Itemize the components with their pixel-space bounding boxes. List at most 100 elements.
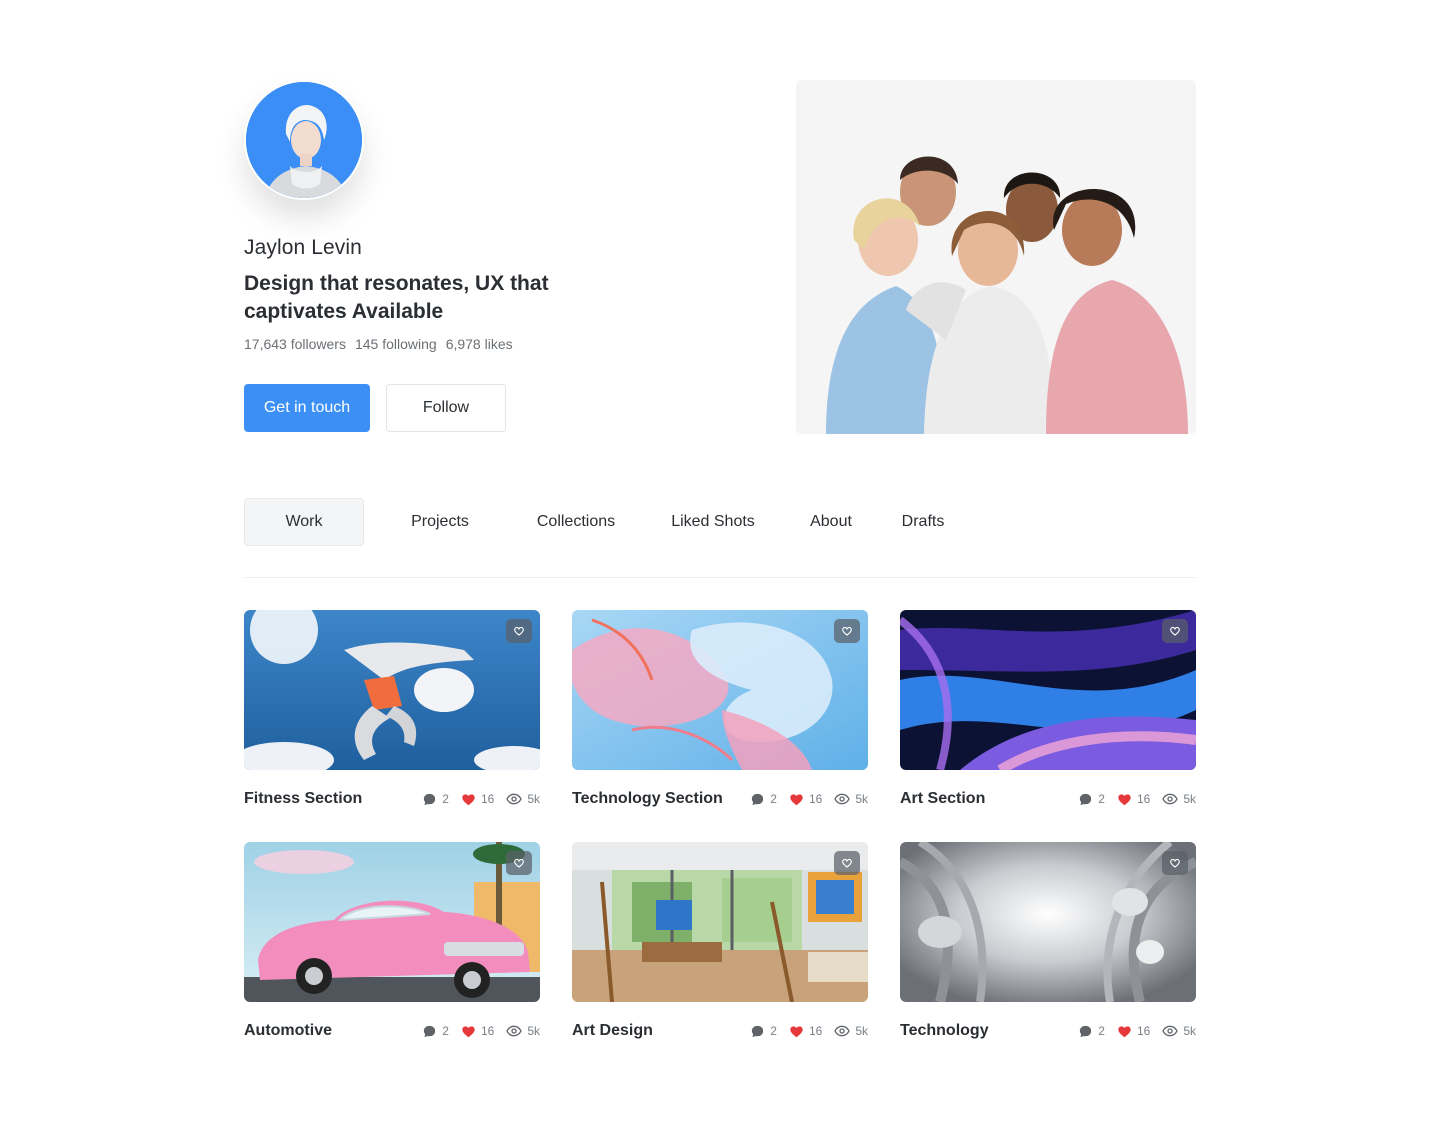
shot-meta: Automotive 2 16 5k [244,1021,540,1041]
tab-about[interactable]: About [790,498,872,546]
shot-title[interactable]: Art Section [900,790,985,808]
comment-icon [752,793,764,805]
profile-stats: 17,643 followers 145 following 6,978 lik… [244,336,764,352]
comment-icon [424,793,436,805]
tab-collections[interactable]: Collections [516,498,636,546]
eye-icon [1162,793,1179,805]
shot-metrics: 2 16 5k [422,792,540,807]
comments-metric[interactable]: 2 [750,792,777,807]
heart-outline-icon [1170,858,1180,868]
shot-meta: Technology 2 16 5k [900,1021,1196,1041]
tabs-divider [244,577,1196,578]
shot-title[interactable]: Automotive [244,1022,332,1040]
favorite-button[interactable] [506,851,532,875]
eye-icon [834,793,851,805]
shot-thumbnail[interactable] [572,842,868,1002]
comments-count: 2 [1098,792,1105,806]
profile-tabs: Work Projects Collections Liked Shots Ab… [244,498,1196,546]
followers-count[interactable]: 17,643 followers [244,336,346,352]
views-count: 5k [855,792,868,806]
comment-icon [424,1025,436,1037]
heart-outline-icon [842,626,852,636]
favorite-button[interactable] [506,619,532,643]
comment-icon [1080,1025,1092,1037]
shot-meta: Technology Section 2 16 5k [572,789,868,809]
tab-projects[interactable]: Projects [364,498,516,546]
eye-icon [506,1025,523,1037]
tab-drafts[interactable]: Drafts [872,498,974,546]
shot-card[interactable]: Fitness Section 2 16 5k [244,610,540,815]
shot-thumbnail[interactable] [900,610,1196,770]
views-metric: 5k [834,792,868,806]
likes-metric[interactable]: 16 [461,792,494,806]
shot-metrics: 2 16 5k [750,1024,868,1039]
shot-meta: Art Design 2 16 5k [572,1021,868,1041]
views-count: 5k [1183,792,1196,806]
likes-count: 16 [480,1024,495,1038]
views-metric: 5k [506,1024,540,1038]
shot-card[interactable]: Technology 2 16 5k [900,842,1196,1047]
comments-metric[interactable]: 2 [750,1024,777,1039]
favorite-button[interactable] [1162,619,1188,643]
comments-metric[interactable]: 2 [1078,792,1105,807]
favorite-button[interactable] [1162,851,1188,875]
avatar[interactable] [244,80,364,200]
views-metric: 5k [1162,792,1196,806]
shot-metrics: 2 16 5k [750,792,868,807]
likes-count: 16 [808,1024,823,1038]
shot-thumbnail[interactable] [900,842,1196,1002]
favorite-button[interactable] [834,851,860,875]
shot-title[interactable]: Art Design [572,1022,653,1040]
comments-metric[interactable]: 2 [1078,1024,1105,1039]
comments-count: 2 [442,1024,449,1038]
comments-metric[interactable]: 2 [422,1024,449,1039]
heart-outline-icon [842,858,852,868]
shot-metrics: 2 16 5k [1078,792,1196,807]
views-count: 5k [527,1024,540,1038]
likes-count: 16 [480,792,495,806]
comments-count: 2 [442,792,449,806]
likes-metric[interactable]: 16 [1117,792,1150,806]
comments-metric[interactable]: 2 [422,792,449,807]
views-metric: 5k [506,792,540,806]
shot-card[interactable]: Technology Section 2 16 5k [572,610,868,815]
shot-title[interactable]: Fitness Section [244,790,362,808]
heart-outline-icon [1170,626,1180,636]
comment-icon [1080,793,1092,805]
shot-metrics: 2 16 5k [1078,1024,1196,1039]
likes-count: 16 [1136,792,1151,806]
views-metric: 5k [1162,1024,1196,1038]
tab-work[interactable]: Work [244,498,364,546]
heart-icon [462,794,475,806]
likes-metric[interactable]: 16 [789,1024,822,1038]
likes-metric[interactable]: 16 [1117,1024,1150,1038]
shot-card[interactable]: Art Section 2 16 5k [900,610,1196,815]
eye-icon [506,793,523,805]
shot-card[interactable]: Art Design 2 16 5k [572,842,868,1047]
get-in-touch-button[interactable]: Get in touch [244,384,370,432]
heart-icon [1118,1026,1131,1038]
heart-outline-icon [514,626,524,636]
shot-title[interactable]: Technology [900,1022,989,1040]
tab-liked-shots[interactable]: Liked Shots [636,498,790,546]
heart-icon [462,1026,475,1038]
likes-metric[interactable]: 16 [789,792,822,806]
views-count: 5k [855,1024,868,1038]
comments-count: 2 [770,792,777,806]
likes-count: 16 [808,792,823,806]
shot-title[interactable]: Technology Section [572,790,723,808]
favorite-button[interactable] [834,619,860,643]
profile-name: Jaylon Levin [244,236,362,259]
heart-icon [1118,794,1131,806]
heart-outline-icon [514,858,524,868]
shot-thumbnail[interactable] [244,842,540,1002]
likes-metric[interactable]: 16 [461,1024,494,1038]
shot-metrics: 2 16 5k [422,1024,540,1039]
follow-button[interactable]: Follow [386,384,506,432]
shot-thumbnail[interactable] [244,610,540,770]
shot-card[interactable]: Automotive 2 16 5k [244,842,540,1047]
profile-header: Jaylon Levin Design that resonates, UX t… [244,80,764,432]
shot-thumbnail[interactable] [572,610,868,770]
following-count[interactable]: 145 following [355,336,437,352]
eye-icon [1162,1025,1179,1037]
